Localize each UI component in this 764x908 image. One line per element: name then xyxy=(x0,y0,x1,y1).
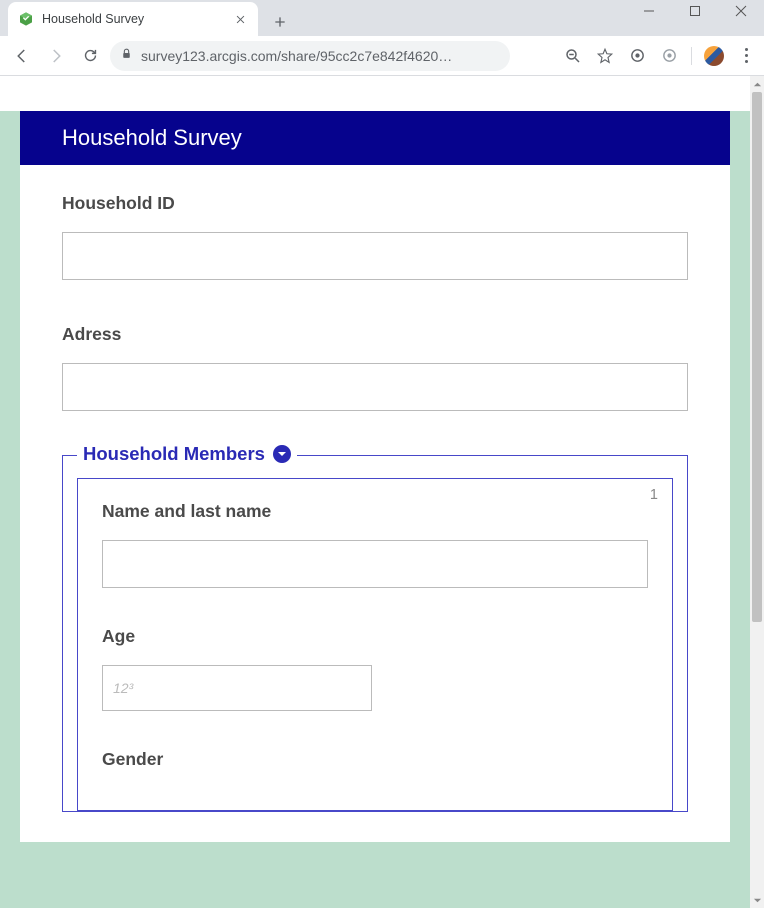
extension-icon-1[interactable] xyxy=(627,46,647,66)
age-input[interactable] xyxy=(102,665,372,711)
repeat-record: 1 Name and last name Age xyxy=(77,478,673,811)
collapse-toggle-button[interactable] xyxy=(273,445,291,463)
household-members-group: Household Members 1 Name and last name xyxy=(62,455,688,812)
browser-tab[interactable]: Household Survey xyxy=(8,2,258,36)
favicon-survey123-icon xyxy=(18,11,34,27)
name-label: Name and last name xyxy=(102,501,648,522)
page-viewport: Household Survey Household ID Adress xyxy=(0,76,750,908)
name-input[interactable] xyxy=(102,540,648,588)
household-members-legend: Household Members xyxy=(83,443,265,465)
age-label: Age xyxy=(102,626,648,647)
household-id-label: Household ID xyxy=(62,193,688,214)
repeat-index: 1 xyxy=(650,487,658,503)
window-close-button[interactable] xyxy=(718,0,764,26)
vertical-scrollbar[interactable] xyxy=(750,76,764,908)
forward-button[interactable] xyxy=(42,42,70,70)
form-title: Household Survey xyxy=(20,111,730,165)
window-minimize-button[interactable] xyxy=(626,0,672,26)
scroll-thumb[interactable] xyxy=(752,92,762,622)
lock-icon xyxy=(120,47,133,65)
new-tab-button[interactable] xyxy=(266,8,294,36)
star-bookmark-icon[interactable] xyxy=(595,46,615,66)
browser-menu-button[interactable] xyxy=(736,46,756,66)
scroll-down-arrow-icon[interactable] xyxy=(750,892,764,908)
gender-label: Gender xyxy=(102,749,648,770)
back-button[interactable] xyxy=(8,42,36,70)
zoom-icon[interactable] xyxy=(563,46,583,66)
browser-toolbar: survey123.arcgis.com/share/95cc2c7e842f4… xyxy=(0,36,764,76)
toolbar-divider xyxy=(691,47,692,65)
profile-avatar[interactable] xyxy=(704,46,724,66)
reload-button[interactable] xyxy=(76,42,104,70)
tab-title: Household Survey xyxy=(42,12,224,26)
household-id-input[interactable] xyxy=(62,232,688,280)
address-input[interactable] xyxy=(62,363,688,411)
address-label: Adress xyxy=(62,324,688,345)
scroll-up-arrow-icon[interactable] xyxy=(750,76,764,92)
window-maximize-button[interactable] xyxy=(672,0,718,26)
extension-icon-2[interactable] xyxy=(659,46,679,66)
tab-strip: Household Survey xyxy=(0,0,764,36)
tab-close-button[interactable] xyxy=(232,11,248,27)
url-text: survey123.arcgis.com/share/95cc2c7e842f4… xyxy=(141,48,500,64)
address-bar[interactable]: survey123.arcgis.com/share/95cc2c7e842f4… xyxy=(110,41,510,71)
scroll-track[interactable] xyxy=(750,92,764,892)
